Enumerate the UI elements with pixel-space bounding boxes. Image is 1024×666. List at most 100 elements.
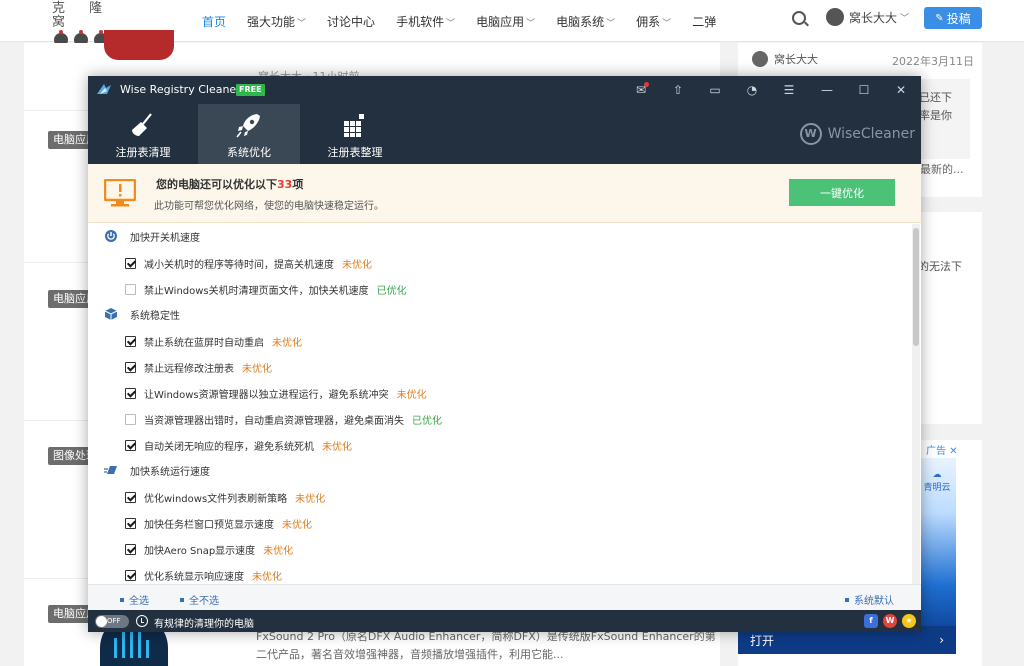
- user-name: 窝长大大: [849, 10, 898, 25]
- comment-more[interactable]: 最新的...: [920, 161, 964, 177]
- nav-item[interactable]: 二弹: [692, 13, 716, 30]
- item-status: 已优化: [412, 415, 442, 427]
- blocks-icon: [344, 114, 364, 137]
- speed-icon: [104, 463, 118, 477]
- chevron-down-icon: ﹀: [446, 18, 456, 29]
- search-icon[interactable]: [792, 11, 806, 25]
- item-label: 优化系统显示响应速度: [144, 571, 244, 583]
- nav-item[interactable]: 手机软件 ﹀: [396, 13, 455, 30]
- optimization-item[interactable]: 优化windows文件列表刷新策略 未优化: [125, 488, 325, 506]
- optimization-item[interactable]: 减小关机时的程序等待时间，提高关机速度 未优化: [125, 254, 372, 272]
- mail-icon[interactable]: ✉: [633, 82, 649, 98]
- optimization-item[interactable]: 优化系统显示响应速度 未优化: [125, 566, 282, 584]
- nav-item-label: 讨论中心: [327, 14, 376, 29]
- minimize-icon[interactable]: —: [819, 82, 835, 98]
- nav-item[interactable]: 佣系 ﹀: [636, 13, 671, 30]
- item-status: 已优化: [376, 285, 407, 297]
- banner-subtitle: 此功能可帮您优化网络，使您的电脑快速稳定运行。: [154, 201, 384, 212]
- item-label: 加快Aero Snap显示速度: [144, 545, 256, 557]
- brand-text: WiseCleaner: [827, 126, 915, 142]
- optimization-item[interactable]: 加快Aero Snap显示速度 未优化: [125, 540, 293, 558]
- system-default-link[interactable]: 系统默认: [845, 592, 894, 607]
- item-checkbox[interactable]: [125, 543, 136, 555]
- section-header: 加快系统运行速度: [104, 460, 210, 480]
- upload-icon[interactable]: ⇧: [670, 82, 686, 98]
- nav-item-label: 首页: [202, 14, 227, 29]
- tab-system-optimize[interactable]: 系统优化: [198, 104, 300, 164]
- item-checkbox[interactable]: [125, 257, 136, 269]
- optimization-item[interactable]: 禁止系统在蓝屏时自动重启 未优化: [125, 332, 302, 350]
- auto-clean-toggle[interactable]: OFF: [95, 615, 129, 628]
- optimization-item[interactable]: 禁止远程修改注册表 未优化: [125, 358, 272, 376]
- cube-icon: [104, 307, 118, 321]
- close-icon[interactable]: ✕: [893, 82, 909, 98]
- item-label: 自动关闭无响应的程序，避免系统死机: [144, 441, 314, 453]
- tab-label: 注册表整理: [327, 146, 383, 159]
- logo-text: 克 隆 窝: [52, 1, 113, 30]
- item-checkbox[interactable]: [125, 517, 136, 529]
- wisecleaner-brand[interactable]: W WiseCleaner: [799, 123, 915, 145]
- feedback-icon[interactable]: ▭: [707, 82, 723, 98]
- scrollbar-thumb[interactable]: [913, 228, 919, 346]
- nav-item[interactable]: 讨论中心: [327, 13, 375, 30]
- ad-label[interactable]: 广告 ✕: [926, 442, 958, 457]
- optimization-item[interactable]: 让Windows资源管理器以独立进程运行，避免系统冲突 未优化: [125, 384, 427, 402]
- schedule-text[interactable]: 有规律的清理你的电脑: [154, 615, 254, 630]
- nav-item-label: 二弹: [692, 14, 717, 29]
- item-status: 未优化: [272, 337, 302, 349]
- optimization-item[interactable]: 加快任务栏窗口预览显示速度 未优化: [125, 514, 312, 532]
- item-checkbox[interactable]: [125, 361, 136, 373]
- main-nav: 首页 强大功能 ﹀ 讨论中心 手机软件 ﹀ 电脑应用 ﹀ 电脑系统 ﹀ 佣系 ﹀ 二弹: [202, 0, 737, 42]
- banner-title: 您的电脑还可以优化以下33项: [156, 178, 304, 191]
- power-icon: [104, 229, 118, 243]
- chevron-down-icon: ﹀: [900, 13, 910, 24]
- tab-registry-defrag[interactable]: 注册表整理: [304, 104, 406, 164]
- item-checkbox[interactable]: [125, 569, 136, 581]
- optimization-item[interactable]: 当资源管理器出错时，自动重启资源管理器，避免桌面消失 已优化: [125, 410, 442, 428]
- nav-item[interactable]: 首页: [202, 13, 226, 30]
- item-checkbox[interactable]: [125, 413, 136, 425]
- select-none-link[interactable]: 全不选: [180, 592, 219, 607]
- list-footer: 全选 全不选 系统默认: [88, 584, 921, 610]
- item-checkbox[interactable]: [125, 283, 136, 295]
- nav-item-label: 强大功能: [247, 14, 296, 29]
- theme-icon[interactable]: ◔: [744, 82, 760, 98]
- one-click-optimize-button[interactable]: 一键优化: [789, 179, 895, 206]
- nav-item[interactable]: 强大功能 ﹀: [247, 13, 306, 30]
- list-scrollbar[interactable]: [912, 224, 920, 584]
- quote-line: 率是你: [919, 109, 952, 122]
- article-thumbnail[interactable]: [104, 30, 174, 60]
- maximize-icon[interactable]: ☐: [856, 82, 872, 98]
- item-label: 优化windows文件列表刷新策略: [144, 493, 288, 505]
- avatar: [752, 51, 768, 67]
- nav-item[interactable]: 电脑应用 ﹀: [476, 13, 535, 30]
- close-icon: ✕: [949, 446, 958, 457]
- item-label: 让Windows资源管理器以独立进程运行，避免系统冲突: [144, 389, 389, 401]
- item-label: 禁止系统在蓝屏时自动重启: [144, 337, 264, 349]
- app-window: Wise Registry Cleaner X FREE ✉ ⇧ ▭ ◔ ☰ —…: [88, 76, 921, 632]
- nav-item[interactable]: 电脑系统 ﹀: [556, 13, 615, 30]
- weibo-icon[interactable]: W: [883, 614, 897, 628]
- optimize-banner: 您的电脑还可以优化以下33项 此功能可帮您优化网络，使您的电脑快速稳定运行。 一…: [88, 164, 921, 223]
- menu-icon[interactable]: ☰: [781, 82, 797, 98]
- item-status: 未优化: [252, 571, 282, 583]
- item-checkbox[interactable]: [125, 439, 136, 451]
- select-all-link[interactable]: 全选: [120, 592, 149, 607]
- social-icon[interactable]: f: [864, 614, 878, 628]
- optimization-item[interactable]: 禁止Windows关机时清理页面文件，加快关机速度 已优化: [125, 280, 407, 298]
- star-icon[interactable]: ★: [902, 614, 916, 628]
- optimization-item[interactable]: 自动关闭无响应的程序，避免系统死机 未优化: [125, 436, 352, 454]
- alarm-clock-icon: [136, 615, 148, 627]
- item-checkbox[interactable]: [125, 491, 136, 503]
- title-bar[interactable]: Wise Registry Cleaner X FREE ✉ ⇧ ▭ ◔ ☰ —…: [88, 76, 921, 103]
- post-button[interactable]: ✎ 投稿: [924, 7, 982, 29]
- tab-registry-cleaner[interactable]: 注册表清理: [92, 104, 194, 164]
- nav-item-label: 电脑应用: [476, 14, 525, 29]
- comment-user: 窝长大大: [774, 53, 818, 66]
- user-menu[interactable]: 窝长大大 ﹀: [826, 8, 909, 26]
- ad-brand: ☁ 青明云: [923, 470, 951, 493]
- edit-icon: ✎: [935, 12, 944, 24]
- item-checkbox[interactable]: [125, 387, 136, 399]
- item-checkbox[interactable]: [125, 335, 136, 347]
- free-badge: FREE: [236, 84, 265, 96]
